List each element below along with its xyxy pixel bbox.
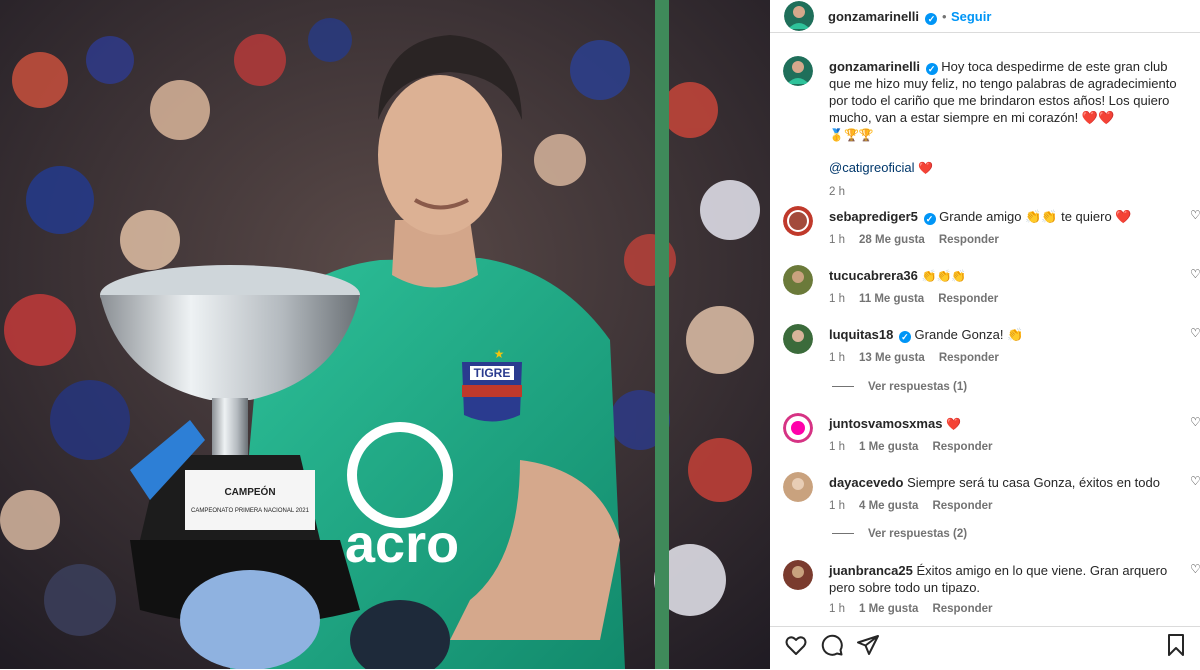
like-comment-heart-icon[interactable]: ♡ [1190, 474, 1200, 488]
comment-text: Grande amigo 👏👏 te quiero ❤️ [939, 209, 1132, 224]
comment-text: ❤️ [946, 417, 962, 431]
trophy-line1: CAMPEÓN [224, 485, 275, 498]
comment-likes[interactable]: 1 Me gusta [859, 603, 918, 615]
comment-time: 1 h [829, 293, 845, 305]
post-header: gonzamarinelli ✓ • Seguir [770, 0, 1200, 33]
comment-likes[interactable]: 4 Me gusta [859, 500, 918, 512]
action-bar [770, 626, 1200, 670]
trophy-line2: CAMPEONATO PRIMERA NACIONAL 2021 [191, 508, 310, 514]
comment-text: Siempre será tu casa Gonza, éxitos en to… [907, 475, 1160, 490]
comment-likes[interactable]: 11 Me gusta [859, 293, 924, 305]
comment-time: 1 h [829, 603, 845, 615]
comment-likes[interactable]: 1 Me gusta [859, 441, 918, 453]
like-comment-heart-icon[interactable]: ♡ [1190, 562, 1200, 576]
follow-button[interactable]: Seguir [951, 9, 991, 24]
mention-emoji: ❤️ [918, 161, 934, 175]
commenter-username[interactable]: juanbranca25 [829, 563, 913, 578]
author-username[interactable]: gonzamarinelli [828, 9, 919, 24]
comments-list[interactable]: gonzamarinelli ✓ Hoy toca despedirme de … [770, 46, 1200, 626]
view-replies-button[interactable]: Ver respuestas (1) [832, 381, 967, 393]
reply-button[interactable]: Responder [938, 293, 998, 305]
comment-icon[interactable] [820, 633, 844, 657]
author-avatar[interactable] [783, 56, 813, 86]
comment-time: 1 h [829, 352, 845, 364]
commenter-avatar[interactable] [783, 413, 813, 443]
jersey-badge-text: TIGRE [474, 366, 511, 380]
comment-text: 👏👏👏 [921, 269, 967, 283]
reply-button[interactable]: Responder [939, 234, 999, 246]
reply-button[interactable]: Responder [932, 441, 992, 453]
view-replies-button[interactable]: Ver respuestas (2) [832, 528, 967, 540]
commenter-username[interactable]: luquitas18 [829, 327, 893, 342]
bookmark-icon[interactable] [1164, 633, 1188, 657]
commenter-username[interactable]: juntosvamosxmas [829, 416, 942, 431]
post-photo: TIGRE ★ acro CAMPEÓN CAMPEONATO PRIMERA … [0, 0, 770, 669]
commenter-avatar[interactable] [783, 265, 813, 295]
verified-badge-icon: ✓ [898, 331, 911, 343]
like-comment-heart-icon[interactable]: ♡ [1190, 415, 1200, 429]
like-comment-heart-icon[interactable]: ♡ [1190, 208, 1200, 222]
comment-time: 1 h [829, 234, 845, 246]
commenter-username[interactable]: sebaprediger5 [829, 209, 918, 224]
comment-time: 1 h [829, 500, 845, 512]
verified-badge-icon: ✓ [923, 213, 936, 225]
commenter-username[interactable]: tucucabrera36 [829, 268, 918, 283]
comment-text: Grande Gonza! 👏 [914, 327, 1024, 342]
commenter-avatar[interactable] [783, 324, 813, 354]
verified-badge-icon: ✓ [925, 13, 938, 25]
share-icon[interactable] [856, 633, 880, 657]
comment-likes[interactable]: 13 Me gusta [859, 352, 925, 364]
like-comment-heart-icon[interactable]: ♡ [1190, 326, 1200, 340]
comment-time: 1 h [829, 441, 845, 453]
reply-button[interactable]: Responder [932, 603, 992, 615]
separator-dot: • [941, 9, 947, 24]
comment-likes[interactable]: 28 Me gusta [859, 234, 925, 246]
svg-text:★: ★ [494, 347, 505, 361]
commenter-username[interactable]: dayacevedo [829, 475, 903, 490]
sponsor-text: acro [345, 514, 459, 574]
reply-button[interactable]: Responder [939, 352, 999, 364]
heart-icon[interactable] [784, 633, 808, 657]
reply-button[interactable]: Responder [932, 500, 992, 512]
caption-time: 2 h [829, 186, 845, 198]
commenter-avatar[interactable] [783, 206, 813, 236]
post-sidebar: gonzamarinelli ✓ • Seguir gonzamarinelli… [770, 0, 1200, 669]
verified-badge-icon: ✓ [925, 63, 938, 75]
mention-link[interactable]: @catigreoficial [829, 160, 914, 175]
caption-username[interactable]: gonzamarinelli [829, 59, 920, 74]
caption-emojis: 🥇🏆🏆 [829, 128, 874, 142]
commenter-avatar[interactable] [783, 472, 813, 502]
author-avatar[interactable] [784, 1, 814, 31]
like-comment-heart-icon[interactable]: ♡ [1190, 267, 1200, 281]
commenter-avatar[interactable] [783, 560, 813, 590]
